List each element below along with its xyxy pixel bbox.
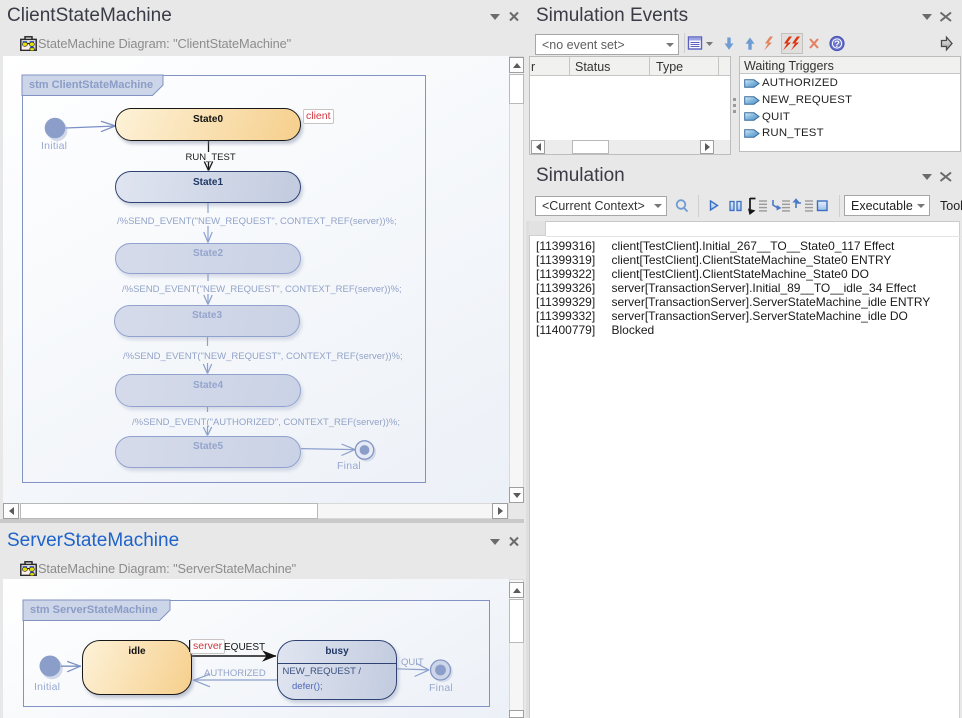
svg-text:?: ? — [834, 39, 840, 50]
